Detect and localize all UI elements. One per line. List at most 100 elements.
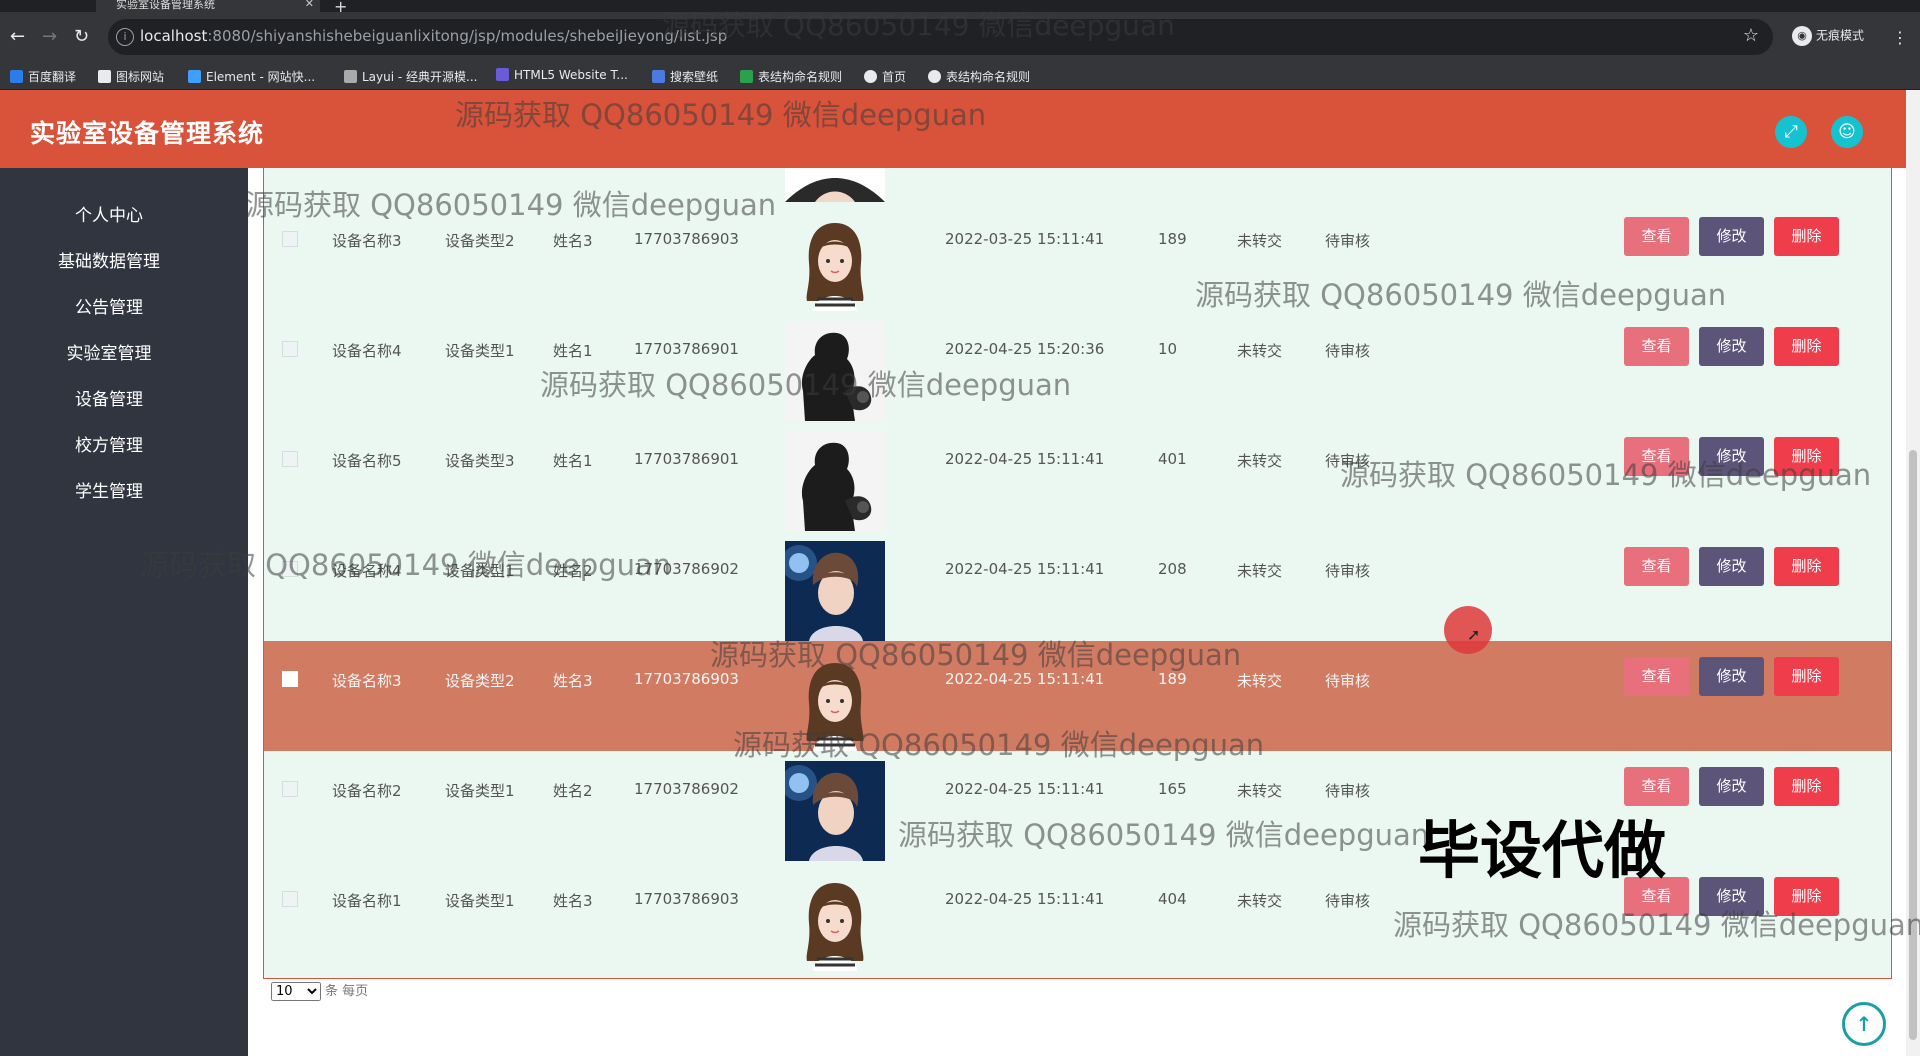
row-avatar — [785, 761, 885, 861]
address-bar[interactable]: i localhost:8080/shiyanshishebeiguanlixi… — [108, 19, 1773, 55]
row-checkbox[interactable] — [282, 561, 298, 577]
view-button[interactable]: 查看 — [1624, 437, 1689, 476]
bookmark-item[interactable]: 搜索壁纸 — [652, 68, 718, 85]
view-button[interactable]: 查看 — [1624, 327, 1689, 366]
delete-button[interactable]: 删除 — [1774, 657, 1839, 696]
view-button[interactable]: 查看 — [1624, 547, 1689, 586]
cell-phone: 17703786902 — [634, 780, 739, 798]
cell-time: 2022-04-25 15:11:41 — [945, 450, 1105, 468]
scrollbar-thumb[interactable] — [1909, 450, 1917, 1040]
cell-phone: 17703786903 — [634, 670, 739, 688]
page-size-select[interactable]: 10 — [271, 982, 321, 1001]
sidebar-item-basic-data[interactable]: 基础数据管理 — [0, 247, 218, 272]
back-icon[interactable]: ← — [10, 26, 25, 47]
delete-button[interactable]: 删除 — [1774, 437, 1839, 476]
cell-transfer: 未转交 — [1237, 782, 1283, 800]
view-button[interactable]: 查看 — [1624, 217, 1689, 256]
cell-device-name: 设备名称3 — [332, 232, 402, 250]
cell-device-name: 设备名称4 — [332, 562, 402, 580]
pagination: 10 条 每页 — [271, 980, 368, 1001]
bookmarks-bar: 百度翻译 图标网站 Element - 网站快... Layui - 经典开源模… — [0, 62, 1920, 90]
incognito-icon: ◉ — [1792, 26, 1812, 46]
sidebar-item-equipment[interactable]: 设备管理 — [0, 385, 218, 410]
cell-status: 待审核 — [1325, 232, 1371, 250]
row-checkbox[interactable] — [282, 781, 298, 797]
cell-transfer: 未转交 — [1237, 672, 1283, 690]
cell-count: 165 — [1158, 780, 1187, 798]
sidebar-item-school[interactable]: 校方管理 — [0, 431, 218, 456]
sidebar: 个人中心 基础数据管理 公告管理 实验室管理 设备管理 校方管理 学生管理 — [0, 168, 248, 1056]
browser-menu-icon[interactable]: ⋮ — [1892, 28, 1908, 47]
edit-button[interactable]: 修改 — [1699, 657, 1764, 696]
cell-count: 189 — [1158, 670, 1187, 688]
forward-icon[interactable]: → — [42, 26, 57, 47]
element-icon — [188, 70, 201, 83]
globe-icon — [928, 70, 941, 83]
table-row[interactable]: 设备名称4 设备类型1 姓名1 17703786901 2022-04-25 1… — [264, 311, 1891, 421]
cell-device-name: 设备名称4 — [332, 342, 402, 360]
flag-icon — [98, 70, 111, 83]
cell-count: 401 — [1158, 450, 1187, 468]
bookmark-item[interactable]: 图标网站 — [98, 68, 164, 85]
sidebar-item-announcements[interactable]: 公告管理 — [0, 293, 218, 318]
bookmark-item[interactable]: Layui - 经典开源模... — [344, 68, 477, 85]
site-info-icon[interactable]: i — [116, 28, 134, 46]
table-row[interactable]: 设备名称3 设备类型2 姓名3 17703786903 2022-03-25 1… — [264, 201, 1891, 311]
edit-button[interactable]: 修改 — [1699, 547, 1764, 586]
cell-time: 2022-04-25 15:11:41 — [945, 560, 1105, 578]
browser-tab-title: 实验室设备管理系统 — [116, 0, 215, 11]
cell-status: 待审核 — [1325, 342, 1371, 360]
browser-tab[interactable]: 实验室设备管理系统 ✕ — [96, 0, 320, 12]
translate-icon — [10, 70, 23, 83]
incognito-indicator[interactable]: ◉ 无痕模式 — [1792, 26, 1864, 46]
bookmark-item[interactable]: 百度翻译 — [10, 68, 76, 85]
sidebar-item-laboratory[interactable]: 实验室管理 — [0, 339, 218, 364]
layui-icon — [344, 70, 357, 83]
bookmark-item[interactable]: 首页 — [864, 68, 906, 85]
back-to-top-icon[interactable]: ↑ — [1842, 1002, 1886, 1046]
edit-button[interactable]: 修改 — [1699, 437, 1764, 476]
delete-button[interactable]: 删除 — [1774, 547, 1839, 586]
mouse-cursor-icon: ➚ — [1467, 625, 1481, 644]
bookmark-star-icon[interactable]: ☆ — [1743, 25, 1759, 46]
bookmark-item[interactable]: HTML5 Website T... — [496, 68, 628, 82]
sidebar-item-students[interactable]: 学生管理 — [0, 477, 218, 502]
edit-button[interactable]: 修改 — [1699, 767, 1764, 806]
watermark-large: 毕设代做 — [1418, 814, 1667, 887]
cell-device-type: 设备类型1 — [445, 892, 515, 910]
edit-button[interactable]: 修改 — [1699, 327, 1764, 366]
bookmark-item[interactable]: 表结构命名规则 — [740, 68, 842, 85]
row-checkbox[interactable] — [282, 671, 298, 687]
row-checkbox[interactable] — [282, 451, 298, 467]
table-row[interactable]: 设备名称5 设备类型3 姓名1 17703786901 2022-04-25 1… — [264, 421, 1891, 531]
page-scrollbar[interactable] — [1906, 90, 1920, 1056]
sidebar-item-personal-center[interactable]: 个人中心 — [0, 201, 218, 226]
cell-device-type: 设备类型3 — [445, 452, 515, 470]
bookmark-item[interactable]: Element - 网站快... — [188, 68, 315, 85]
delete-button[interactable]: 删除 — [1774, 217, 1839, 256]
view-button[interactable]: 查看 — [1624, 657, 1689, 696]
cell-count: 404 — [1158, 890, 1187, 908]
fullscreen-icon[interactable]: ⤢ — [1775, 116, 1807, 148]
cell-transfer: 未转交 — [1237, 232, 1283, 250]
app-title: 实验室设备管理系统 — [30, 119, 265, 148]
row-checkbox[interactable] — [282, 891, 298, 907]
row-checkbox[interactable] — [282, 341, 298, 357]
user-icon[interactable]: ☺ — [1831, 116, 1863, 148]
edit-button[interactable]: 修改 — [1699, 877, 1764, 916]
row-checkbox[interactable] — [282, 231, 298, 247]
cell-device-type: 设备类型2 — [445, 232, 515, 250]
cell-time: 2022-04-25 15:11:41 — [945, 780, 1105, 798]
reload-icon[interactable]: ↻ — [74, 26, 89, 47]
table-row-hovered[interactable]: 设备名称3 设备类型2 姓名3 17703786903 2022-04-25 1… — [264, 641, 1891, 751]
delete-button[interactable]: 删除 — [1774, 327, 1839, 366]
row-avatar — [785, 871, 885, 971]
delete-button[interactable]: 删除 — [1774, 767, 1839, 806]
delete-button[interactable]: 删除 — [1774, 877, 1839, 916]
table-row[interactable]: 设备名称4 设备类型1 姓名2 17703786902 2022-04-25 1… — [264, 531, 1891, 641]
cell-transfer: 未转交 — [1237, 342, 1283, 360]
bookmark-item[interactable]: 表结构命名规则 — [928, 68, 1030, 85]
edit-button[interactable]: 修改 — [1699, 217, 1764, 256]
tab-close-icon[interactable]: ✕ — [305, 0, 314, 9]
app-header: 实验室设备管理系统 ⤢ ☺ — [0, 90, 1906, 168]
